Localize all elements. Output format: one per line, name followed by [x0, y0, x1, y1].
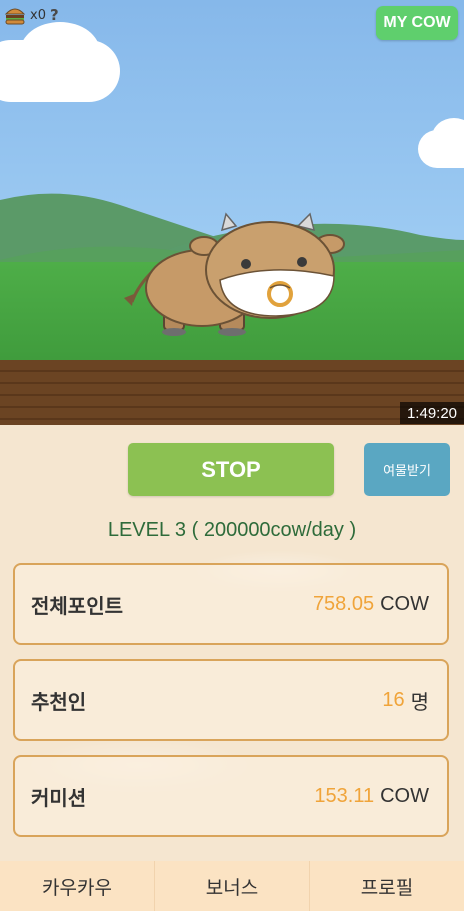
stop-button[interactable]: STOP — [128, 443, 334, 496]
stat-card-referrals: 추천인 16 명 — [13, 659, 449, 741]
stat-label: 커미션 — [31, 785, 87, 810]
my-cow-button[interactable]: MY COW — [376, 6, 458, 40]
burger-counter: x0 ? — [4, 4, 59, 26]
stat-value: 153.11 — [314, 784, 375, 807]
dirt-strip — [0, 360, 464, 425]
stat-unit: COW — [380, 592, 429, 615]
stat-card-commission: 커미션 153.11 COW — [13, 755, 449, 837]
help-icon[interactable]: ? — [50, 6, 59, 24]
game-scene: x0 ? MY COW 1:49:20 — [0, 0, 464, 425]
burger-count: x0 — [30, 7, 46, 23]
stat-label: 추천인 — [31, 689, 87, 714]
nav-tab-bonus[interactable]: 보너스 — [155, 861, 310, 911]
nav-tab-cowcow[interactable]: 카우카우 — [0, 861, 155, 911]
control-panel: STOP 여물받기 LEVEL 3 ( 200000cow/day ) 전체포인… — [0, 425, 464, 911]
stat-unit: 명 — [410, 691, 429, 714]
stat-value: 758.05 — [312, 592, 375, 615]
burger-icon — [4, 8, 26, 25]
cow-character[interactable] — [120, 210, 350, 340]
nav-tab-profile[interactable]: 프로필 — [310, 861, 464, 911]
stat-unit: COW — [380, 784, 429, 807]
harvest-fodder-button[interactable]: 여물받기 — [364, 443, 450, 496]
level-info: LEVEL 3 ( 200000cow/day ) — [107, 519, 357, 541]
stat-label: 전체포인트 — [31, 593, 123, 618]
stat-card-total-points: 전체포인트 758.05 COW — [13, 563, 449, 645]
bottom-nav: 카우카우 보너스 프로필 — [0, 861, 464, 911]
countdown-timer: 1:49:20 — [400, 402, 464, 424]
stat-value: 16 — [382, 688, 405, 711]
